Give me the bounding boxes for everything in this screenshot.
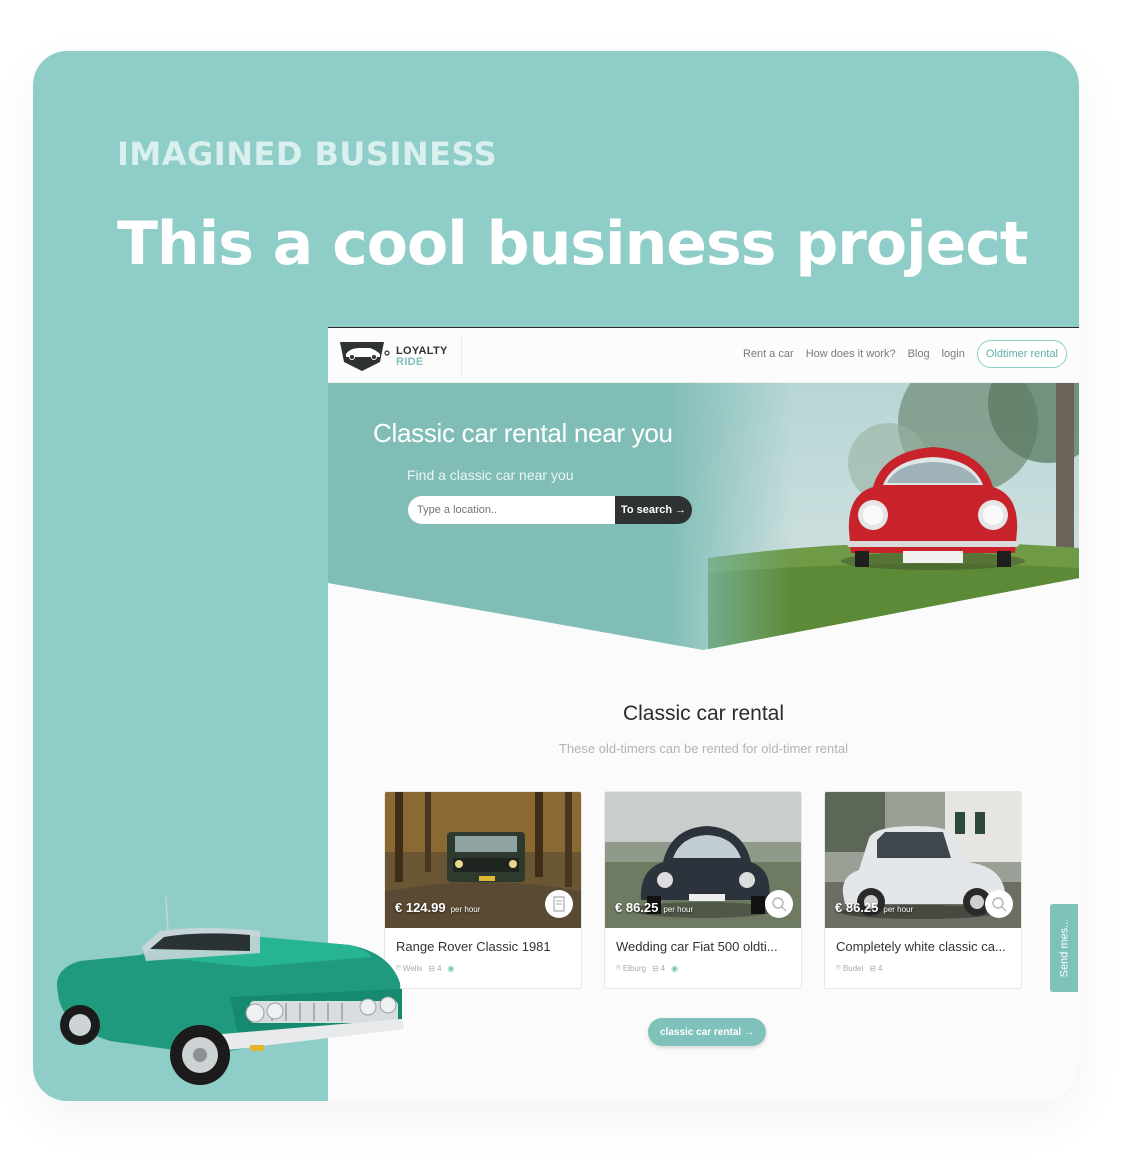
seat-icon: ⊟ [651,963,659,973]
price-unit: per hour [450,905,481,914]
search-button-label: To search [620,504,673,516]
price-unit: per hour [663,905,694,914]
section-subtitle: These old-timers can be rented for old-t… [558,741,848,756]
location-search: To search → [408,496,692,524]
car-card[interactable]: € 86.25 per hour Completely white classi… [824,791,1022,989]
location-text: Elburg [622,963,646,973]
location-text: Budel [842,963,864,973]
seats-count: 4 [877,963,883,973]
car-photo: € 86.25 per hour [605,792,801,928]
more-button-label: classic car rental [660,1026,742,1038]
nav-link-login[interactable]: login [942,348,965,360]
classic-car-rental-button[interactable]: classic car rental → [648,1018,767,1046]
send-message-label: Send mes... [1058,918,1071,978]
nav-link-how[interactable]: How does it work? [806,348,896,360]
car-meta: ⌾ Budel ⊟ 4 [836,963,882,973]
convertible-car-illustration [56,896,404,1085]
map-pin-icon: ⌾ [616,963,621,972]
car-meta: ⌾ Elburg ⊟ 4 ◉ [616,963,678,973]
car-photo: € 124.99 per hour [385,792,581,928]
eyebrow-label: IMAGINED BUSINESS [117,135,498,173]
seats-count: 4 [436,963,442,973]
send-message-tab[interactable]: Send mes... [1050,904,1078,992]
car-seats: ⊟ 4 [652,964,665,973]
search-icon[interactable] [985,890,1013,918]
oldtimer-rental-button[interactable]: Oldtimer rental [976,340,1067,368]
site-logo[interactable]: LOYALTY RIDE [336,336,462,376]
seat-icon: ⊟ [869,963,876,973]
car-card[interactable]: € 124.99 per hour Range Rover Classic 19… [384,791,582,989]
car-price: € 124.99 per hour [395,900,480,915]
website-screenshot: LOYALTY RIDE Rent a car How does it work… [328,327,1079,1101]
map-pin-icon: ⌾ [836,963,841,972]
location-search-input[interactable] [408,496,615,524]
nav-link-rent[interactable]: Rent a car [743,348,794,360]
car-photo: € 86.25 per hour [825,792,1021,928]
car-detail-icon[interactable] [545,890,573,918]
headline: This a cool business project [117,209,1029,279]
seats-count: 4 [660,963,666,973]
feature-icon: ◉ [447,963,455,973]
car-list: € 124.99 per hour Range Rover Classic 19… [384,791,1022,989]
hero-title: Classic car rental near you [373,418,673,448]
price-value: € 86.25 [615,900,659,915]
arrow-right-icon: → [675,504,687,516]
seat-icon: ⊟ [428,963,435,973]
car-name: Range Rover Classic 1981 [396,939,551,954]
section-title: Classic car rental [622,702,785,725]
nav-link-blog[interactable]: Blog [908,348,930,360]
car-seats: ⊟ 4 [428,964,441,973]
arrow-right-icon: → [744,1026,755,1038]
nav-links: Rent a car How does it work? Blog login … [743,340,1067,368]
car-card[interactable]: € 86.25 per hour Wedding car Fiat 500 ol… [604,791,802,989]
car-location: ⌾ Elburg [616,963,646,973]
car-name: Wedding car Fiat 500 oldti... [616,939,778,954]
car-name: Completely white classic ca... [836,939,1006,954]
feature-icon: ◉ [671,963,679,973]
car-seats: ⊟ 4 [869,964,882,973]
search-icon[interactable] [765,890,793,918]
hero-section: Classic car rental near you Find a class… [328,383,1079,653]
price-unit: per hour [883,905,914,914]
search-button[interactable]: To search → [615,496,692,524]
car-location: ⌾ Budel [836,963,863,973]
logo-text-ride: RIDE [396,356,424,368]
hero-subtitle: Find a classic car near you [407,467,574,483]
location-text: Wells [402,963,423,973]
site-navbar: LOYALTY RIDE Rent a car How does it work… [328,328,1079,383]
car-price: € 86.25 per hour [615,900,693,915]
price-value: € 86.25 [835,900,879,915]
car-price: € 86.25 per hour [835,900,913,915]
logo-car-icon [340,342,390,371]
